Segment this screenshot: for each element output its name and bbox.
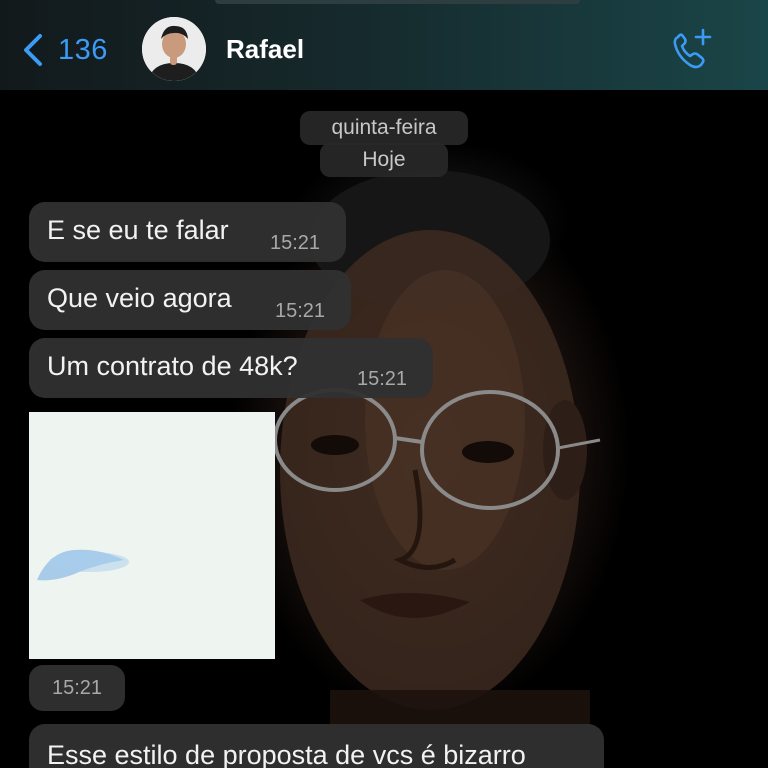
message-time: 15:21: [357, 368, 408, 390]
image-message[interactable]: [29, 412, 275, 659]
message-time: 15:21: [275, 300, 326, 322]
chat-screen: 136 Rafael quinta-feira Hoje E se eu te …: [0, 0, 768, 768]
message-bubble[interactable]: Esse estilo de proposta de vcs é bizarro: [29, 724, 604, 768]
message-text: E se eu te falar: [47, 215, 229, 245]
message-bubble[interactable]: Que veio agora 15:21: [29, 270, 351, 330]
call-button[interactable]: [668, 27, 714, 73]
status-notch: [215, 0, 580, 4]
message-time: 15:21: [29, 665, 125, 711]
avatar[interactable]: [142, 17, 206, 81]
message-text: Que veio agora: [47, 283, 232, 313]
message-bubble[interactable]: E se eu te falar 15:21: [29, 202, 346, 262]
unread-count: 136: [58, 33, 108, 66]
image-thumbnail: [29, 412, 275, 659]
date-chip-today: Hoje: [320, 143, 448, 177]
avatar-photo: [142, 17, 206, 81]
phone-plus-icon: [673, 28, 712, 69]
message-text: Esse estilo de proposta de vcs é bizarro: [47, 740, 526, 768]
contact-name[interactable]: Rafael: [226, 34, 304, 65]
date-chip-day: quinta-feira: [300, 111, 468, 145]
chevron-left-icon: [24, 34, 42, 66]
back-button[interactable]: 136: [20, 30, 108, 70]
message-bubble[interactable]: Um contrato de 48k? 15:21: [29, 338, 433, 398]
message-time: 15:21: [270, 232, 321, 254]
chat-header: 136 Rafael: [0, 0, 768, 90]
message-text: Um contrato de 48k?: [47, 351, 298, 381]
